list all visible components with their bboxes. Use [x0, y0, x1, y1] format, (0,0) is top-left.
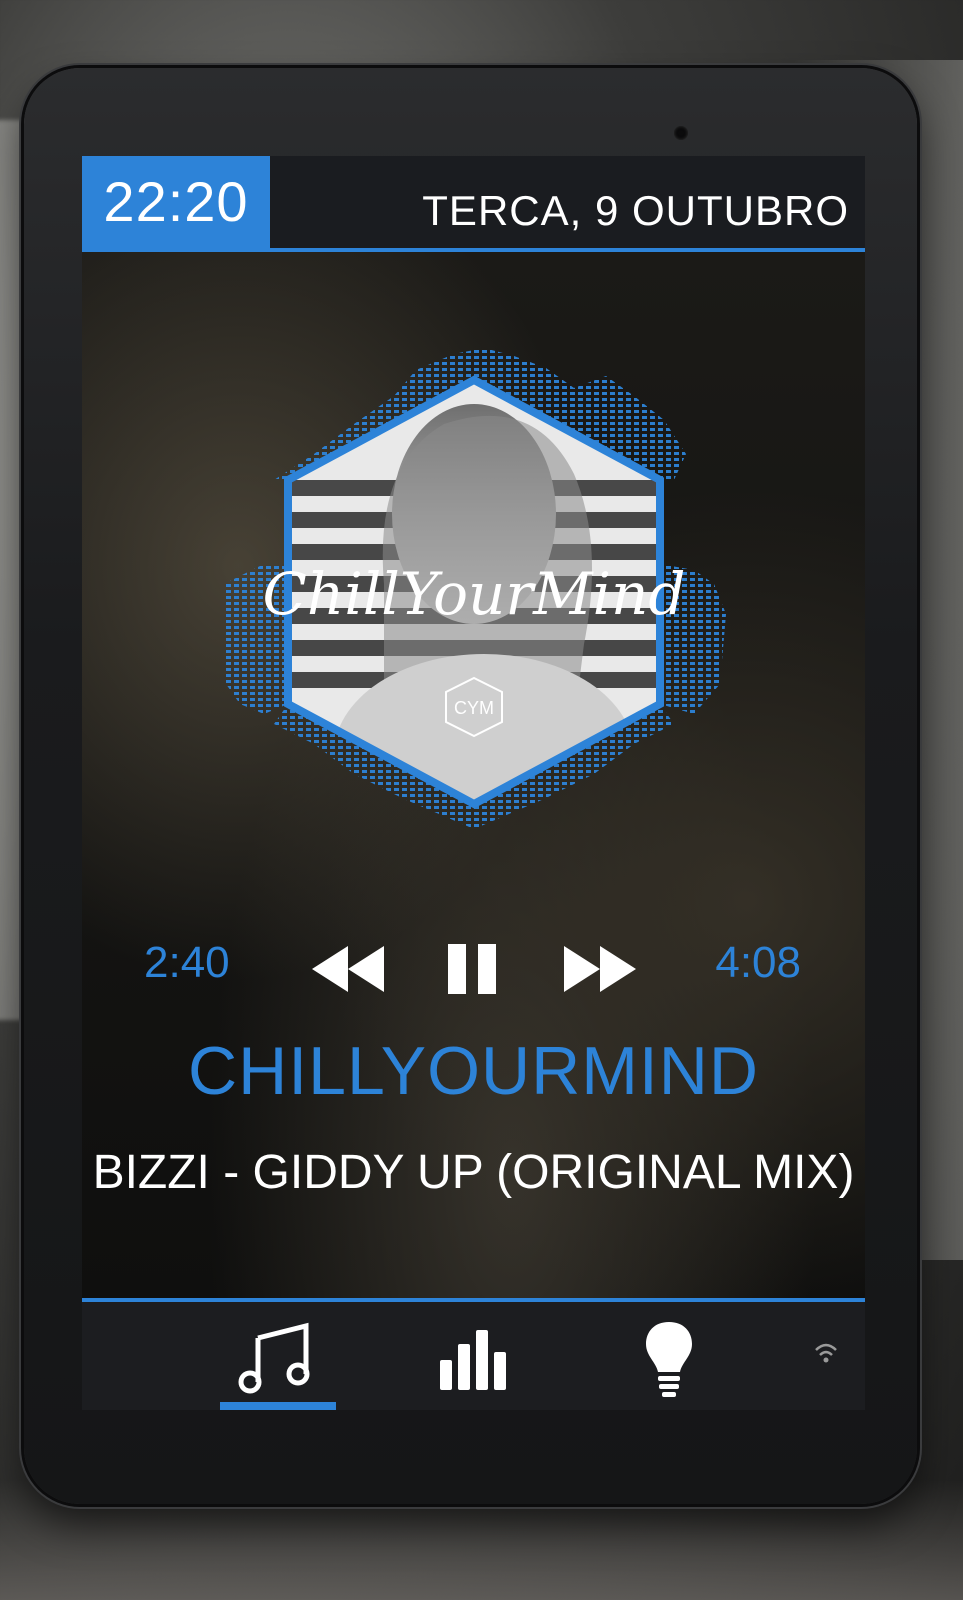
album-artwork: ChillYourMind CYM	[224, 348, 726, 829]
nav-active-indicator	[220, 1402, 336, 1410]
rewind-button[interactable]	[310, 942, 386, 996]
tablet-frame: 22:20 TERCA, 9 OUTUBRO ChillYourMind CYM…	[24, 68, 917, 1504]
wifi-icon	[815, 1343, 837, 1363]
nav-equalizer[interactable]	[438, 1302, 510, 1410]
nav-music[interactable]	[220, 1302, 336, 1410]
nav-wifi[interactable]	[814, 1302, 838, 1410]
fast-forward-icon	[564, 946, 636, 992]
pause-button[interactable]	[446, 942, 500, 996]
channel-name: CHILLYOURMIND	[188, 1033, 759, 1109]
status-bar: 22:20 TERCA, 9 OUTUBRO	[82, 156, 865, 248]
elapsed-time: 2:40	[144, 938, 230, 987]
screen: 22:20 TERCA, 9 OUTUBRO ChillYourMind CYM…	[82, 156, 865, 1410]
clock: 22:20	[82, 156, 270, 248]
track-title: BIZZI - GIDDY UP (ORIGINAL MIX)	[92, 1146, 855, 1199]
camera-icon	[674, 126, 688, 140]
logo-text: ChillYourMind	[262, 560, 685, 628]
date-label: TERCA, 9 OUTUBRO	[422, 187, 849, 234]
total-time: 4:08	[715, 938, 801, 987]
music-note-icon	[238, 1322, 310, 1394]
badge-text: CYM	[454, 698, 494, 718]
pause-icon	[448, 944, 496, 994]
nav-light[interactable]	[642, 1302, 696, 1410]
status-bar-divider	[82, 248, 865, 252]
fast-forward-button[interactable]	[562, 942, 638, 996]
bottom-nav	[82, 1302, 865, 1410]
rewind-icon	[312, 946, 384, 992]
equalizer-icon	[440, 1330, 506, 1390]
lightbulb-icon	[646, 1322, 692, 1397]
